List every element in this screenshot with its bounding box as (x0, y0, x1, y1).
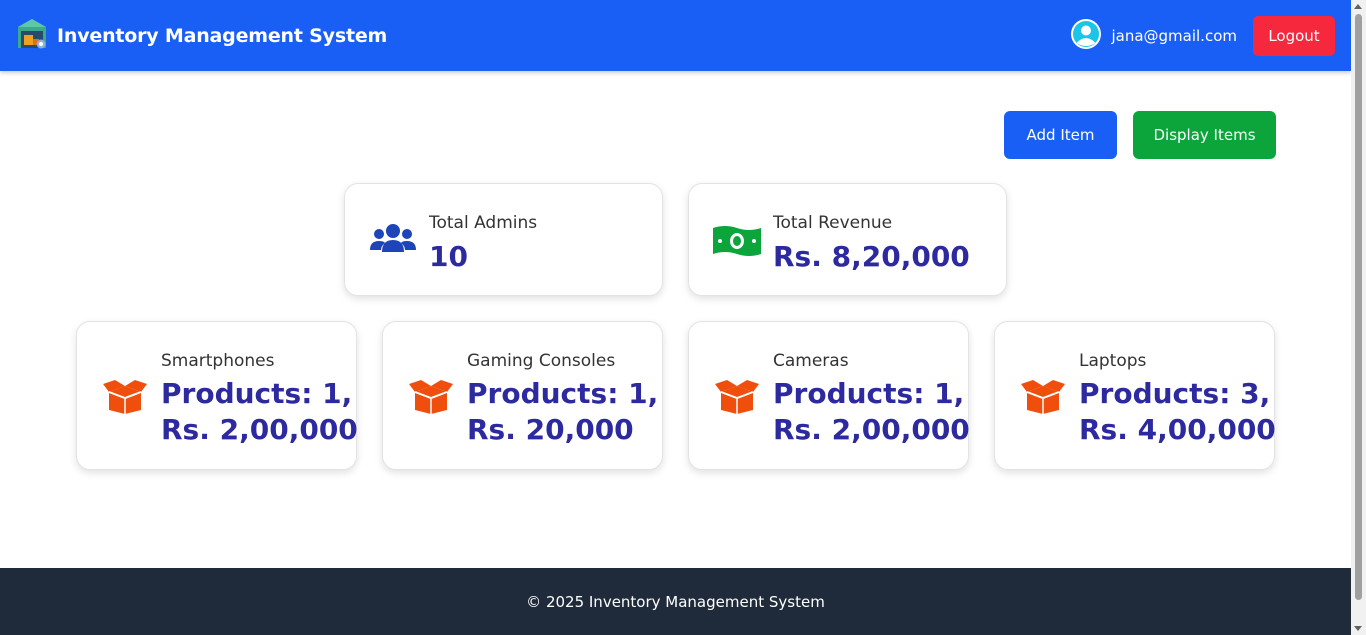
box-icon (713, 378, 761, 418)
user-avatar-icon[interactable] (1070, 18, 1102, 54)
warehouse-icon (17, 18, 47, 54)
total-revenue-card: Total Revenue Rs. 8,20,000 (688, 183, 1007, 296)
top-navbar: Inventory Management System jana@gmail.c… (0, 0, 1351, 71)
box-icon (1019, 378, 1067, 418)
scrollbar-thumb[interactable] (1355, 14, 1362, 600)
scroll-up-icon[interactable] (1354, 4, 1362, 9)
user-email: jana@gmail.com (1111, 26, 1237, 45)
category-summary: Products: 1, Rs. 20,000 (467, 376, 658, 448)
category-summary: Products: 3, Rs. 4,00,000 (1079, 376, 1276, 448)
scroll-down-icon[interactable] (1354, 626, 1362, 631)
add-item-button[interactable]: Add Item (1004, 111, 1117, 159)
category-name: Laptops (1079, 351, 1147, 371)
user-area: jana@gmail.com Logout (1070, 15, 1335, 56)
category-revenue: Rs. 20,000 (467, 413, 634, 446)
product-count: Products: 3, (1079, 377, 1271, 410)
category-revenue: Rs. 4,00,000 (1079, 413, 1276, 446)
category-revenue: Rs. 2,00,000 (773, 413, 970, 446)
product-count: Products: 1, (161, 377, 353, 410)
category-name: Gaming Consoles (467, 351, 616, 371)
display-items-button[interactable]: Display Items (1133, 111, 1276, 159)
logout-button[interactable]: Logout (1253, 15, 1335, 56)
category-card-cameras: Cameras Products: 1, Rs. 2,00,000 (688, 321, 970, 470)
stat-value: 10 (429, 240, 468, 273)
stat-label: Total Admins (429, 213, 538, 233)
vertical-scrollbar[interactable] (1351, 0, 1366, 635)
category-card-laptops: Laptops Products: 3, Rs. 4,00,000 (994, 321, 1276, 470)
category-revenue: Rs. 2,00,000 (161, 413, 358, 446)
category-summary: Products: 1, Rs. 2,00,000 (161, 376, 358, 448)
total-admins-card: Total Admins 10 (344, 183, 663, 296)
category-name: Smartphones (161, 351, 275, 371)
app-title: Inventory Management System (57, 24, 388, 47)
product-count: Products: 1, (773, 377, 965, 410)
stat-label: Total Revenue (773, 213, 893, 233)
category-name: Cameras (773, 351, 849, 371)
brand[interactable]: Inventory Management System (17, 18, 387, 54)
footer-copyright: © 2025 Inventory Management System (526, 592, 825, 611)
box-icon (101, 378, 149, 418)
money-icon (713, 224, 761, 262)
product-count: Products: 1, (467, 377, 659, 410)
category-card-smartphones: Smartphones Products: 1, Rs. 2,00,000 (76, 321, 358, 470)
users-icon (369, 222, 417, 262)
footer: © 2025 Inventory Management System (0, 568, 1351, 635)
box-icon (407, 378, 455, 418)
category-card-gaming-consoles: Gaming Consoles Products: 1, Rs. 20,000 (382, 321, 663, 470)
category-summary: Products: 1, Rs. 2,00,000 (773, 376, 970, 448)
stat-value: Rs. 8,20,000 (773, 240, 970, 273)
